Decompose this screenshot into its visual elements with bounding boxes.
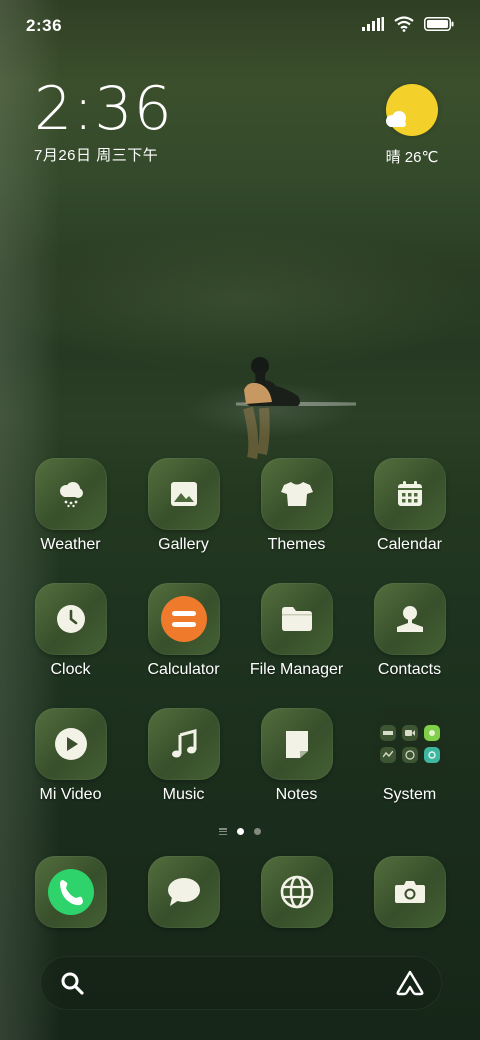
app-label: Notes [275, 786, 318, 803]
weather-widget[interactable]: 晴 26℃ [380, 84, 444, 167]
app-label: Weather [40, 536, 101, 553]
play-icon [34, 708, 107, 780]
page-dot-active [237, 828, 244, 835]
app-clock[interactable]: Clock [14, 583, 127, 679]
mini-icon [379, 725, 396, 741]
status-icons [362, 16, 454, 32]
dock-phone[interactable] [14, 856, 127, 928]
status-time: 2:36 [26, 16, 63, 35]
app-weather[interactable]: Weather [14, 458, 127, 554]
tshirt-icon [260, 458, 333, 530]
app-contacts[interactable]: Contacts [353, 583, 466, 679]
app-label: System [382, 786, 437, 803]
weather-text: 晴 26℃ [385, 149, 439, 166]
gallery-icon [147, 458, 220, 530]
app-calculator[interactable]: Calculator [127, 583, 240, 679]
mini-icon [423, 725, 440, 741]
app-label: Clock [50, 661, 91, 678]
wifi-icon [394, 16, 414, 32]
weather-cloud-icon [34, 458, 107, 530]
mini-icon [379, 747, 396, 763]
app-music[interactable]: Music [127, 708, 240, 804]
contact-icon [373, 583, 446, 655]
app-calendar[interactable]: Calendar [353, 458, 466, 554]
calendar-icon [373, 458, 446, 530]
system-folder-icon [373, 708, 446, 780]
folder-icon [260, 583, 333, 655]
clock-icon [34, 583, 107, 655]
app-drawer-indicator [219, 828, 227, 835]
notes-icon [260, 708, 333, 780]
app-label: Music [162, 786, 205, 803]
dock-camera[interactable] [353, 856, 466, 928]
dock-messages[interactable] [127, 856, 240, 928]
page-indicator[interactable] [0, 828, 480, 835]
app-label: Mi Video [39, 786, 102, 803]
camera-icon [373, 856, 446, 928]
music-note-icon [147, 708, 220, 780]
search-bar[interactable] [40, 956, 442, 1010]
message-icon [147, 856, 220, 928]
mini-icon [401, 747, 418, 763]
app-gallery[interactable]: Gallery [127, 458, 240, 554]
app-label: Themes [267, 536, 326, 553]
phone-icon [34, 856, 107, 928]
battery-icon [424, 17, 454, 31]
app-file-manager[interactable]: File Manager [240, 583, 353, 679]
search-icon[interactable] [60, 971, 84, 995]
app-mi-video[interactable]: Mi Video [14, 708, 127, 804]
mini-icon [401, 725, 418, 741]
app-label: Calendar [377, 536, 442, 553]
browser-globe-icon [260, 856, 333, 928]
app-label: Calculator [147, 661, 220, 678]
calculator-icon [147, 583, 220, 655]
app-notes[interactable]: Notes [240, 708, 353, 804]
mini-icon [423, 747, 440, 763]
page-dot [254, 828, 261, 835]
clock-widget-date: 7月26日 周三下午 [34, 147, 159, 164]
assistant-icon[interactable] [396, 970, 424, 996]
dock-browser[interactable] [240, 856, 353, 928]
sun-cloud-icon [386, 84, 438, 136]
clock-widget[interactable]: 2:36 7月26日 周三下午 [34, 78, 173, 165]
app-label: Contacts [377, 661, 442, 678]
signal-icon [362, 17, 384, 31]
clock-widget-time: 2:36 [34, 74, 173, 144]
app-label: File Manager [249, 661, 344, 678]
app-themes[interactable]: Themes [240, 458, 353, 554]
app-system-folder[interactable]: System [353, 708, 466, 804]
status-bar: 2:36 [0, 0, 480, 50]
wallpaper-swan [236, 357, 356, 460]
app-label: Gallery [158, 536, 209, 553]
